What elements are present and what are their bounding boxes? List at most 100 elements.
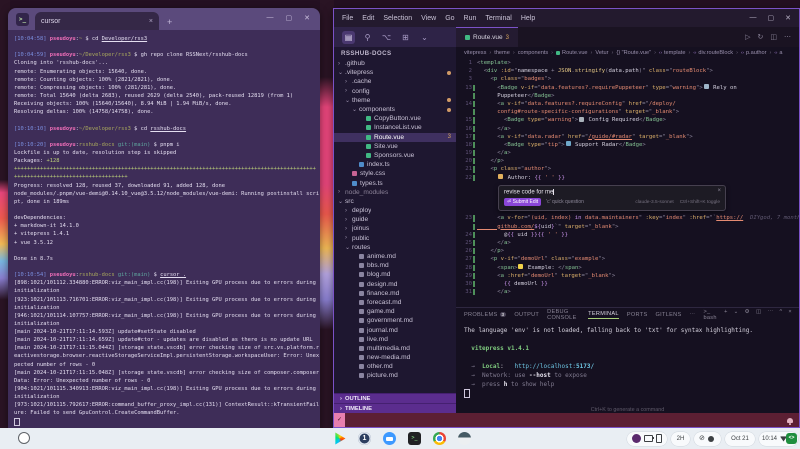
activity-icon-4[interactable]: ⌄ [418,31,431,44]
tree-item-new-media.md[interactable]: new-media.md [334,353,456,362]
tree-item-Sponsors.vue[interactable]: Sponsors.vue [334,151,456,160]
tree-item-joinus[interactable]: ›joinus [334,224,456,233]
chrome-icon[interactable] [433,432,446,445]
activity-icon-0[interactable]: ▤ [342,31,355,44]
notification-status-tray[interactable]: ⊘ [694,432,721,446]
close-icon[interactable]: × [717,188,721,194]
action-0[interactable]: ▷ [745,33,750,41]
date-tray[interactable]: Oct 21 [725,432,755,446]
activity-icon-2[interactable]: ⌥ [380,31,393,44]
panel-tab-output[interactable]: OUTPUT [514,312,539,318]
ai-prompt-input[interactable]: revise code for me [504,189,720,196]
tree-item-other.md[interactable]: other.md [334,362,456,371]
breadcrumb-item[interactable]: Vetur [595,50,608,56]
tree-item-routes[interactable]: ⌄routes [334,243,456,252]
breadcrumb-item[interactable]: ‹›div.routeBlock [693,50,733,56]
new-tab-button[interactable]: + [167,17,172,27]
launcher-button[interactable] [18,432,30,444]
tree-item-.cache[interactable]: ›.cache [334,77,456,86]
action-2[interactable]: ✕ [785,14,791,22]
breadcrumb-item[interactable]: Route.vue [556,50,588,56]
tree-item-blog.md[interactable]: blog.md [334,270,456,279]
activity-icon-3[interactable]: ⊞ [399,31,412,44]
tree-item-config[interactable]: ›config [334,87,456,96]
tree-item-style.css[interactable]: style.css [334,169,456,178]
code-area[interactable]: 1<template>2 <div :id="namespace + JSON.… [456,58,799,307]
tree-item-bbs.md[interactable]: bbs.md [334,261,456,270]
inline-ai-edit-popup[interactable]: × revise code for me ⏎ Submit Edit 'c' q… [498,185,726,212]
breadcrumb-item[interactable]: ‹›template [659,50,685,56]
panel-tab-problems[interactable]: PROBLEMS3 [464,312,506,318]
outline-section-header[interactable]: ›OUTLINE [334,393,456,403]
linux-penguin-icon[interactable] [458,432,471,445]
files-app-icon[interactable] [383,432,396,445]
tab-route-vue[interactable]: Route.vue 3 [456,27,518,47]
menu-view[interactable]: View [421,15,436,22]
activity-icon-1[interactable]: ⚲ [361,31,374,44]
panel-tab-gitlens[interactable]: GITLENS [656,312,682,318]
tree-item-InstanceList.vue[interactable]: InstanceList.vue [334,123,456,132]
timeline-section-header[interactable]: ›TIMELINE [334,403,456,413]
terminal-tab[interactable]: cursor × [35,12,159,30]
action-3[interactable]: ⚙ [745,309,750,321]
action-1[interactable]: ▢ [286,14,293,22]
tree-item-theme[interactable]: ⌄theme [334,96,456,105]
terminal-output[interactable]: [10:04:58] pseudoyu:~ $ cd Developer/rss… [8,30,320,428]
terminal-app-shelf-icon[interactable]: >_ [408,432,421,445]
breadcrumb-item[interactable]: ‹›p.author [741,50,767,56]
tree-item-Site.vue[interactable]: Site.vue [334,142,456,151]
action-0[interactable]: >_ bash [703,309,718,321]
panel-tab-⋯[interactable]: ⋯ [690,312,696,318]
tree-item-.vitepress[interactable]: ⌄.vitepress [334,68,456,77]
tree-item-components[interactable]: ⌄components [334,105,456,114]
action-2[interactable]: ✕ [304,14,310,22]
action-0[interactable]: — [750,14,757,22]
menu-file[interactable]: File [342,15,353,22]
play-store-icon[interactable] [333,432,346,445]
tree-item-game.md[interactable]: game.md [334,307,456,316]
action-1[interactable]: ▢ [768,14,775,22]
menu-go[interactable]: Go [445,15,454,22]
tree-item-design.md[interactable]: design.md [334,280,456,289]
tree-item-CopyButton.vue[interactable]: CopyButton.vue [334,114,456,123]
tree-item-journal.md[interactable]: journal.md [334,325,456,334]
action-1[interactable]: + [724,309,728,321]
action-7[interactable]: × [788,309,792,321]
remote-indicator[interactable]: ✓ [334,413,345,427]
breadcrumb-item[interactable]: vitepress [464,50,486,56]
tree-item-multimedia.md[interactable]: multimedia.md [334,344,456,353]
action-3[interactable]: ⋯ [784,33,791,41]
action-6[interactable]: ^ [779,309,782,321]
tree-item-government.md[interactable]: government.md [334,316,456,325]
submit-edit-button[interactable]: ⏎ Submit Edit [504,198,541,206]
tree-item-anime.md[interactable]: anime.md [334,252,456,261]
breadcrumb-item[interactable]: theme [494,50,510,56]
menu-help[interactable]: Help [521,15,535,22]
tree-item-Route.vue[interactable]: Route.vue3 [334,133,456,142]
tree-item-.github[interactable]: ›.github [334,59,456,68]
tree-item-node_modules[interactable]: ›node_modules [334,188,456,197]
action-2[interactable]: ⌄ [734,309,739,321]
action-5[interactable]: ⋯ [768,309,774,321]
tree-item-deploy[interactable]: ›deploy [334,206,456,215]
tree-item-forecast.md[interactable]: forecast.md [334,298,456,307]
tree-item-src[interactable]: ⌄src [334,197,456,206]
phone-hub-tray[interactable] [627,432,667,446]
quick-question-hint[interactable]: 'c' quick question [546,199,584,205]
menu-edit[interactable]: Edit [362,15,374,22]
tree-item-finance.md[interactable]: finance.md [334,289,456,298]
tree-item-live.md[interactable]: live.md [334,335,456,344]
breadcrumb-item[interactable]: {} "Route.vue" [616,50,651,56]
tree-item-guide[interactable]: ›guide [334,215,456,224]
duration-badge[interactable]: 2H [671,432,690,446]
action-4[interactable]: ◫ [756,309,762,321]
panel-tab-ports[interactable]: PORTS [627,312,648,318]
breadcrumb-item[interactable]: ‹›a [774,50,782,56]
tree-item-public[interactable]: ›public [334,234,456,243]
tree-item-index.ts[interactable]: index.ts [334,160,456,169]
action-2[interactable]: ◫ [770,33,777,41]
notifications-bell-icon[interactable] [787,418,793,423]
breadcrumb-item[interactable]: components [518,50,548,56]
terminal-tab-close-icon[interactable]: × [149,18,153,25]
panel-tab-terminal[interactable]: TERMINAL [588,311,619,319]
